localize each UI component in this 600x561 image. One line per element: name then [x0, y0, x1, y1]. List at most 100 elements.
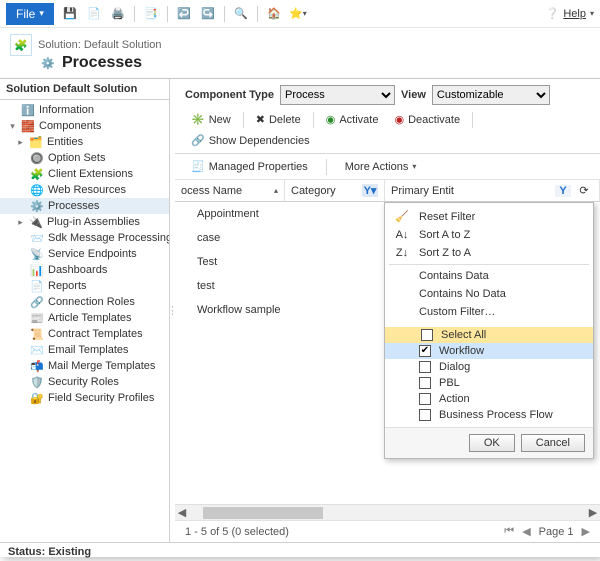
- sidebar-item-label: Dashboards: [48, 264, 107, 276]
- view-select[interactable]: Customizable: [432, 85, 550, 105]
- sidebar-item-plugin[interactable]: ▸ 🔌 Plug-in Assemblies: [0, 214, 169, 230]
- select-all-checkbox[interactable]: [421, 329, 433, 341]
- sidebar-item-label: Security Roles: [48, 376, 119, 388]
- sidebar-item-mail-merge-templates[interactable]: 📬Mail Merge Templates: [0, 358, 169, 374]
- first-page-icon[interactable]: ⏮: [504, 525, 514, 538]
- filter-value-checkbox[interactable]: [419, 361, 431, 373]
- more-actions-button[interactable]: More Actions ▾: [339, 159, 423, 175]
- col-primary-entity[interactable]: Primary EntitY⟳: [385, 180, 600, 201]
- info-icon: ℹ️: [21, 103, 35, 117]
- sidebar-item-connection-roles[interactable]: 🔗Connection Roles: [0, 294, 169, 310]
- refresh-icon[interactable]: ⟳: [575, 184, 593, 197]
- sidebar-item-sdk[interactable]: 📨Sdk Message Processing S…: [0, 230, 169, 246]
- managed-properties-button[interactable]: 🧾Managed Properties: [185, 158, 314, 175]
- sidebar-item-label: Plug-in Assemblies: [47, 216, 140, 228]
- next-page-icon[interactable]: ▶: [582, 525, 590, 538]
- quick-access-toolbar: 💾 📄 🖨️ 📑 ↩️ ↪️ 🔍 🏠 ⭐▾: [62, 6, 306, 22]
- filter-value-checkbox[interactable]: [419, 409, 431, 421]
- separator-icon: [326, 159, 327, 175]
- filter-value-row[interactable]: Business Process Flow: [385, 407, 593, 423]
- sidebar-item-email-templates[interactable]: ✉️Email Templates: [0, 342, 169, 358]
- scroll-thumb[interactable]: [203, 507, 323, 519]
- save-close-icon[interactable]: 📄: [86, 6, 102, 22]
- contains-data-item[interactable]: Contains Data: [385, 267, 593, 285]
- activate-button[interactable]: ◉Activate: [320, 111, 385, 128]
- sidebar-item-reports[interactable]: 📄Reports: [0, 278, 169, 294]
- redo-icon[interactable]: ↪️: [200, 6, 216, 22]
- component-type-select[interactable]: Process: [280, 85, 395, 105]
- col-category[interactable]: CategoryY▾: [285, 180, 385, 201]
- filter-value-checkbox[interactable]: [419, 377, 431, 389]
- horizontal-scrollbar[interactable]: ◀ ▶: [175, 504, 600, 520]
- expand-icon[interactable]: ▸: [16, 137, 25, 148]
- cancel-button[interactable]: Cancel: [521, 434, 585, 452]
- sidebar-item-article-templates[interactable]: 📰Article Templates: [0, 310, 169, 326]
- delete-button[interactable]: ✖Delete: [250, 111, 307, 128]
- prev-page-icon[interactable]: ◀: [522, 525, 530, 538]
- separator-icon: [224, 6, 225, 22]
- entities-icon: 🗂️: [29, 135, 43, 149]
- sidebar-item-entities[interactable]: ▸🗂️Entities: [0, 134, 169, 150]
- plugin-icon: 🔌: [29, 215, 43, 229]
- show-dependencies-button[interactable]: 🔗Show Dependencies: [185, 132, 316, 149]
- save-icon[interactable]: 💾: [62, 6, 78, 22]
- grid-pager: 1 - 5 of 5 (0 selected) ⏮ ◀ Page 1 ▶: [175, 520, 600, 542]
- col-process-name[interactable]: ocess Name▴: [175, 180, 285, 201]
- filter-value-row[interactable]: Action: [385, 391, 593, 407]
- scroll-track[interactable]: [203, 507, 572, 519]
- copy-icon[interactable]: 📑: [143, 6, 159, 22]
- deactivate-button[interactable]: ◉Deactivate: [388, 111, 466, 128]
- help-menu[interactable]: ❔ Help ▾: [546, 7, 594, 20]
- undo-icon[interactable]: ↩️: [176, 6, 192, 22]
- help-label: Help: [563, 8, 586, 20]
- more-actions-caret-icon: ▾: [412, 162, 416, 171]
- scroll-right-icon[interactable]: ▶: [586, 506, 600, 519]
- sort-asc-icon: ▴: [274, 186, 278, 195]
- select-all-label: Select All: [441, 329, 486, 341]
- print-icon[interactable]: 🖨️: [110, 6, 126, 22]
- select-all-row[interactable]: Select All: [385, 327, 593, 343]
- star-dropdown-icon[interactable]: ⭐▾: [290, 6, 306, 22]
- reset-filter-item[interactable]: 🧹Reset Filter: [385, 207, 593, 226]
- processes-icon: ⚙️: [30, 199, 44, 213]
- filter-value-row[interactable]: PBL: [385, 375, 593, 391]
- sidebar-item-processes[interactable]: ⚙️Processes: [0, 198, 169, 214]
- sidebar-item-field-security[interactable]: 🔐Field Security Profiles: [0, 390, 169, 406]
- collapse-icon[interactable]: ▾: [8, 121, 17, 132]
- sidebar-item-web-resources[interactable]: 🌐Web Resources: [0, 182, 169, 198]
- find-icon[interactable]: 🔍: [233, 6, 249, 22]
- sidebar-item-svc-endpoints[interactable]: 📡Service Endpoints: [0, 246, 169, 262]
- scroll-left-icon[interactable]: ◀: [175, 506, 189, 519]
- custom-filter-item[interactable]: Custom Filter…: [385, 303, 593, 321]
- filter-value-checkbox[interactable]: [419, 393, 431, 405]
- sidebar-item-dashboards[interactable]: 📊Dashboards: [0, 262, 169, 278]
- home-icon[interactable]: 🏠: [266, 6, 282, 22]
- contains-no-data-item[interactable]: Contains No Data: [385, 285, 593, 303]
- filter-value-label: Dialog: [439, 361, 470, 373]
- filter-value-checkbox[interactable]: [419, 345, 431, 357]
- sidebar-item-information[interactable]: ℹ️Information: [0, 102, 169, 118]
- filter-active-icon[interactable]: Y▾: [362, 184, 378, 197]
- sidebar-item-label: Field Security Profiles: [48, 392, 154, 404]
- filter-value-row[interactable]: Dialog: [385, 359, 593, 375]
- popup-buttons: OK Cancel: [385, 427, 593, 458]
- sidebar-item-security-roles[interactable]: 🛡️Security Roles: [0, 374, 169, 390]
- sidebar-item-components[interactable]: ▾🧱Components: [0, 118, 169, 134]
- filter-icon[interactable]: Y: [555, 185, 571, 197]
- separator-icon: [313, 112, 314, 128]
- sdk-icon: 📨: [30, 231, 44, 245]
- filter-value-row[interactable]: Workflow: [385, 343, 593, 359]
- grid-body: Appointment case Test test Workflow samp…: [175, 202, 600, 504]
- sort-za-item[interactable]: Z↓Sort Z to A: [385, 244, 593, 262]
- sidebar-item-contract-templates[interactable]: 📜Contract Templates: [0, 326, 169, 342]
- expand-icon[interactable]: ▸: [16, 217, 25, 228]
- sidebar-item-option-sets[interactable]: 🔘Option Sets: [0, 150, 169, 166]
- sort-az-item[interactable]: A↓Sort A to Z: [385, 226, 593, 244]
- sidebar-item-label: Mail Merge Templates: [48, 360, 155, 372]
- sidebar-item-client-ext[interactable]: 🧩Client Extensions: [0, 166, 169, 182]
- file-menu[interactable]: File ▾: [6, 3, 54, 25]
- components-icon: 🧱: [21, 119, 35, 133]
- ok-button[interactable]: OK: [469, 434, 515, 452]
- separator-icon: [257, 6, 258, 22]
- new-button[interactable]: ✳️New: [185, 111, 237, 128]
